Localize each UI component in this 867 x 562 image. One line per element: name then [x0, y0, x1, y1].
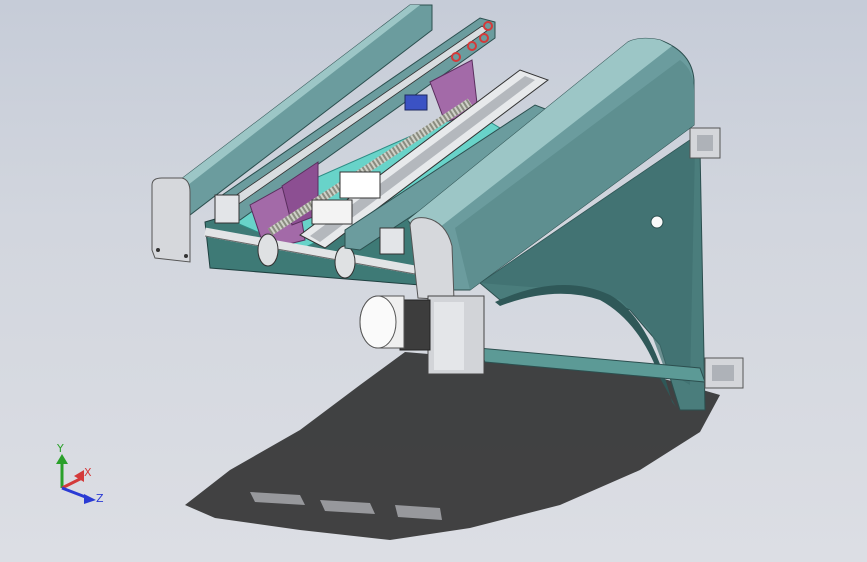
left-rail-end-block — [214, 194, 240, 224]
end-cap-screw — [184, 254, 188, 258]
x-axis-label: X — [84, 466, 92, 479]
z-axis-label: Z — [96, 492, 104, 505]
mount-hole — [650, 215, 664, 229]
servo-block — [404, 94, 428, 111]
y-axis-label: Y — [56, 442, 64, 455]
x-axis — [61, 476, 83, 490]
model-shadow — [185, 352, 720, 540]
slider-carriage — [339, 171, 381, 199]
shaft-disc — [334, 245, 356, 279]
slider-carriage — [311, 199, 353, 225]
cad-viewport[interactable]: Y X Z — [0, 0, 867, 562]
y-axis-arrow-icon — [56, 454, 68, 464]
shaft-disc — [257, 233, 279, 267]
coordinate-triad: Y X Z — [44, 440, 114, 510]
end-cap-screw — [156, 248, 160, 252]
z-axis-arrow-icon — [84, 494, 96, 504]
assembly-model[interactable] — [0, 0, 867, 562]
right-rail-end-block — [379, 227, 405, 255]
